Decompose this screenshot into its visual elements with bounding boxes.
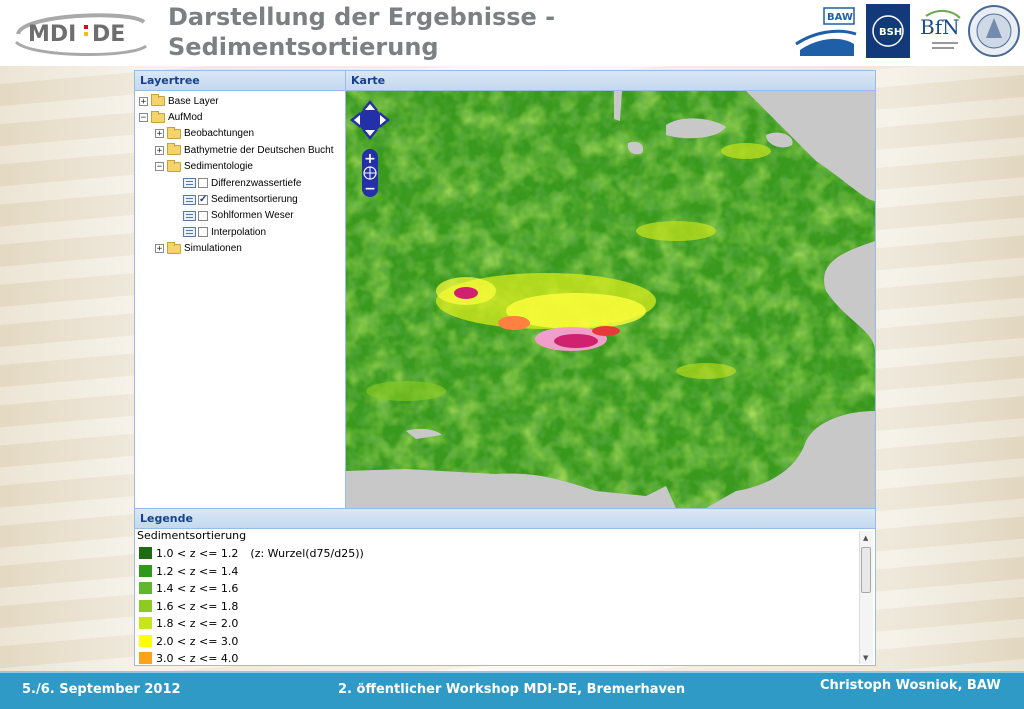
folder-icon: [151, 94, 165, 107]
zoom-out-button[interactable]: −: [364, 181, 376, 197]
map-panel: Karte + −: [346, 71, 875, 508]
layer-legend-icon: [183, 178, 196, 189]
legend-item: 1.2 < z <= 1.4: [139, 564, 238, 578]
folder-icon: [151, 110, 165, 123]
footer-date: 5./6. September 2012: [22, 682, 181, 697]
bsh-logo-text: BSH: [879, 27, 902, 38]
scrollbar-thumb[interactable]: [861, 547, 871, 593]
layer-checkbox[interactable]: ✓: [198, 194, 208, 205]
expand-toggle[interactable]: +: [139, 96, 148, 106]
tree-node-aufmod[interactable]: − AufMod: [135, 109, 345, 125]
legend-scrollbar[interactable]: ▲ ▼: [859, 531, 873, 664]
map-header: Karte: [346, 71, 875, 91]
slide-footer: 5./6. September 2012 2. öffentlicher Wor…: [0, 671, 1024, 709]
slide-title-line2: Sedimentsortierung: [168, 33, 439, 61]
tree-node-label[interactable]: Differenzwassertiefe: [211, 178, 301, 189]
baw-logo-text: BAW: [827, 12, 853, 23]
layer-legend-icon: [183, 227, 196, 238]
legend-item-note: (z: Wurzel(d75/d25)): [250, 546, 364, 560]
tree-node-interpolation[interactable]: Interpolation: [135, 224, 345, 240]
university-seal-logo: [968, 5, 1020, 57]
layer-checkbox[interactable]: [198, 178, 208, 189]
zoom-in-button[interactable]: +: [364, 151, 376, 167]
legend-item-label: 1.0 < z <= 1.2: [156, 546, 239, 560]
tree-node-label[interactable]: Base Layer: [168, 96, 219, 107]
legend-swatch: [139, 635, 152, 647]
legend-panel: Legende Sedimentsortierung 1.0 < z <= 1.…: [135, 508, 875, 666]
legend-item: 3.0 < z <= 4.0: [139, 651, 238, 665]
tree-node-label[interactable]: Simulationen: [184, 243, 242, 254]
tree-node-beobachtungen[interactable]: + Beobachtungen: [135, 126, 345, 142]
scroll-down-icon[interactable]: ▼: [863, 654, 868, 662]
mdi-de-logo: MDI DE: [14, 13, 147, 56]
tree-node-label[interactable]: Bathymetrie der Deutschen Bucht: [184, 145, 334, 156]
legend-item-label: 2.0 < z <= 3.0: [156, 634, 239, 648]
legend-swatch: [139, 547, 152, 559]
legend-item-label: 1.6 < z <= 1.8: [156, 599, 239, 613]
folder-icon: [167, 143, 181, 156]
footer-author: Christoph Wosniok, BAW: [820, 678, 1001, 693]
legend-swatch: [139, 600, 152, 612]
tree-node-sedimentsortierung[interactable]: ✓ Sedimentsortierung: [135, 191, 345, 207]
baw-logo: BAW: [795, 7, 857, 56]
legend-item: 1.8 < z <= 2.0: [139, 616, 238, 630]
tree-node-label[interactable]: AufMod: [168, 112, 202, 123]
expand-toggle[interactable]: +: [155, 129, 164, 139]
legend-swatch: [139, 582, 152, 594]
tree-node-simulationen[interactable]: + Simulationen: [135, 241, 345, 257]
bfn-logo-text: BfN: [920, 15, 960, 39]
tree-node-bathymetrie[interactable]: + Bathymetrie der Deutschen Bucht: [135, 142, 345, 158]
tree-node-label[interactable]: Interpolation: [211, 227, 266, 238]
slide-title: Darstellung der Ergebnisse - Sedimentsor…: [168, 2, 555, 62]
legend-body: Sedimentsortierung 1.0 < z <= 1.2 (z: Wu…: [135, 529, 875, 666]
legend-item-label: 1.4 < z <= 1.6: [156, 581, 239, 595]
legend-item: 2.0 < z <= 3.0: [139, 634, 238, 648]
scroll-up-icon[interactable]: ▲: [863, 534, 868, 542]
collapse-toggle[interactable]: −: [155, 162, 164, 172]
tree-node-differenzwassertiefe[interactable]: Differenzwassertiefe: [135, 175, 345, 191]
svg-text:DE: DE: [92, 22, 125, 47]
tree-node-label[interactable]: Sedimentologie: [184, 161, 253, 172]
tree-node-label[interactable]: Sohlformen Weser: [211, 210, 294, 221]
footer-event: 2. öffentlicher Workshop MDI-DE, Bremerh…: [338, 682, 686, 697]
legend-layer-name: Sedimentsortierung: [137, 529, 247, 542]
layertree-header: Layertree: [135, 71, 345, 91]
svg-text:MDI: MDI: [28, 22, 76, 47]
layertree-body: + Base Layer − AufMod + Beobachtungen + …: [135, 91, 345, 257]
collapse-toggle[interactable]: −: [139, 113, 148, 123]
tree-node-sedimentologie[interactable]: − Sedimentologie: [135, 159, 345, 175]
legend-swatch: [139, 652, 152, 664]
layer-checkbox[interactable]: [198, 227, 208, 238]
expand-toggle[interactable]: +: [155, 244, 164, 254]
slide-title-line1: Darstellung der Ergebnisse -: [168, 3, 556, 31]
tree-node-sohlformen-weser[interactable]: Sohlformen Weser: [135, 208, 345, 224]
legend-header: Legende: [135, 509, 875, 529]
bsh-logo: BSH: [866, 4, 910, 58]
folder-icon: [167, 126, 181, 139]
tree-node-base-layer[interactable]: + Base Layer: [135, 93, 345, 109]
layertree-panel: Layertree + Base Layer − AufMod + Beobac…: [135, 71, 346, 508]
tree-node-label[interactable]: Sedimentsortierung: [211, 194, 298, 205]
layer-checkbox[interactable]: [198, 210, 208, 221]
layer-legend-icon: [183, 210, 196, 221]
webgis-application: Layertree + Base Layer − AufMod + Beobac…: [134, 70, 876, 666]
legend-item-label: 1.2 < z <= 1.4: [156, 564, 239, 578]
legend-item-label: 3.0 < z <= 4.0: [156, 651, 239, 665]
legend-swatch: [139, 617, 152, 629]
legend-item-label: 1.8 < z <= 2.0: [156, 616, 239, 630]
expand-toggle[interactable]: +: [155, 145, 164, 155]
legend-swatch: [139, 565, 152, 577]
layer-legend-icon: [183, 194, 196, 205]
sediment-sorting-map[interactable]: + −: [346, 91, 875, 508]
legend-item: 1.4 < z <= 1.6: [139, 581, 238, 595]
map-canvas[interactable]: + −: [346, 91, 875, 508]
tree-node-label[interactable]: Beobachtungen: [184, 128, 254, 139]
legend-item: 1.0 < z <= 1.2 (z: Wurzel(d75/d25)): [139, 546, 364, 560]
bfn-logo: BfN: [920, 10, 961, 49]
slide-header: MDI DE Darstellung der Ergebnisse - Sedi…: [0, 0, 1024, 66]
folder-icon: [167, 159, 181, 172]
legend-item: 1.6 < z <= 1.8: [139, 599, 238, 613]
folder-icon: [167, 241, 181, 254]
